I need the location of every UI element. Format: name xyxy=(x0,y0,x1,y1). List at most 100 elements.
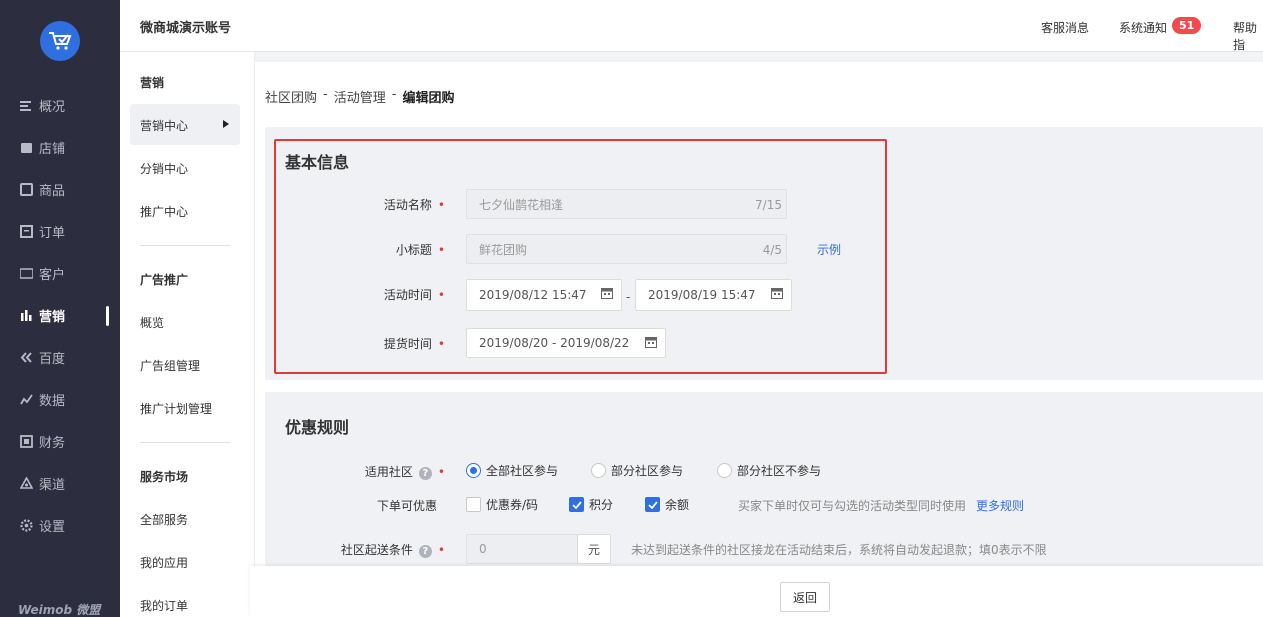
channel-icon xyxy=(19,475,34,490)
checkbox-label: 积分 xyxy=(589,498,614,512)
checkbox-coupon[interactable]: 优惠券/码 xyxy=(466,496,538,513)
cart-logo-icon[interactable] xyxy=(40,21,80,61)
checkmark-icon xyxy=(569,497,584,512)
radio-circle-selected xyxy=(466,463,481,478)
notice-count-badge: 51 xyxy=(1172,17,1202,34)
checkbox-points[interactable]: 积分 xyxy=(569,496,613,513)
checkbox-label: 余额 xyxy=(665,498,690,512)
finance-icon xyxy=(20,434,33,448)
radio-label: 全部社区参与 xyxy=(486,464,559,478)
nav-label: 店铺 xyxy=(39,141,66,157)
radio-exclude-communities[interactable]: 部分社区不参与 xyxy=(717,462,821,479)
vip-card-icon xyxy=(19,267,34,280)
question-icon[interactable]: ? xyxy=(418,545,432,558)
radio-circle xyxy=(717,463,732,478)
subnav-group-services: 服务市场 xyxy=(140,470,189,484)
bar-chart-icon xyxy=(20,309,33,322)
subnav-item-my-apps[interactable]: 我的应用 xyxy=(140,554,188,571)
subnav-item-ads-overview[interactable]: 概览 xyxy=(140,314,164,331)
subnav-item-ad-groups[interactable]: 广告组管理 xyxy=(140,357,200,374)
nav-item-store[interactable]: 店铺 xyxy=(20,137,65,157)
checkbox-label: 优惠券/码 xyxy=(486,498,539,512)
subnav-item-ad-plans[interactable]: 推广计划管理 xyxy=(140,400,212,417)
main-nav: 概况 店铺 商品 订单 客户 营销 百度 数据 财务 渠道 设置 Weimob … xyxy=(0,0,120,617)
subnav-item-all-services[interactable]: 全部服务 xyxy=(140,511,188,528)
system-notice-link[interactable]: 系统通知 xyxy=(1119,19,1167,36)
currency-unit: 元 xyxy=(577,534,611,564)
menu-lines-icon xyxy=(20,99,33,112)
baidu-icon xyxy=(20,351,33,364)
min-order-note: 未达到起送条件的社区接龙在活动结束后，系统将自动发起退款；填0表示不限 xyxy=(631,543,1047,557)
help-link[interactable]: 帮助指 xyxy=(1233,19,1263,53)
breadcrumb-current: 编辑团购 xyxy=(402,91,455,106)
min-order-label: 社区起送条件? • xyxy=(305,541,445,558)
caret-right-icon xyxy=(223,120,229,128)
discount-rules-title: 优惠规则 xyxy=(285,418,350,437)
subnav-group-marketing: 营销 xyxy=(140,76,165,90)
line-chart-icon xyxy=(20,393,33,406)
store-icon xyxy=(20,141,33,154)
nav-label: 商品 xyxy=(39,183,66,199)
checkbox-box xyxy=(466,497,481,512)
nav-item-marketing[interactable]: 营销 xyxy=(20,305,65,325)
radio-label: 部分社区参与 xyxy=(611,464,684,478)
top-header: 微商城演示账号 客服消息 系统通知 51 帮助指 xyxy=(120,0,1263,52)
community-label: 适用社区? • xyxy=(325,463,445,480)
subnav-item-promotion[interactable]: 推广中心 xyxy=(140,203,188,220)
main-content: 社区团购 - 活动管理 - 编辑团购 基本信息 活动名称 • 七夕仙鹊花相逢 7/… xyxy=(255,62,1263,617)
label-text: 适用社区 xyxy=(364,465,413,479)
account-name: 微商城演示账号 xyxy=(140,21,232,36)
nav-item-customer[interactable]: 客户 xyxy=(19,263,66,283)
nav-label: 财务 xyxy=(39,435,66,451)
radio-label: 部分社区不参与 xyxy=(737,464,822,478)
radio-some-communities[interactable]: 部分社区参与 xyxy=(591,462,683,479)
order-icon xyxy=(20,224,33,238)
checkbox-balance[interactable]: 余额 xyxy=(645,496,689,513)
nav-item-overview[interactable]: 概况 xyxy=(20,95,65,115)
gear-icon xyxy=(20,518,33,532)
breadcrumb-community-buy[interactable]: 社区团购 xyxy=(265,87,317,106)
nav-item-channel[interactable]: 渠道 xyxy=(19,473,66,493)
goods-icon xyxy=(20,182,33,196)
nav-item-settings[interactable]: 设置 xyxy=(20,515,65,535)
subnav-item-my-orders[interactable]: 我的订单 xyxy=(140,597,188,614)
discount-note: 买家下单时仅可与勾选的活动类型同时使用 xyxy=(738,499,967,513)
nav-label: 数据 xyxy=(39,393,66,409)
question-icon[interactable]: ? xyxy=(418,467,432,480)
radio-circle xyxy=(591,463,606,478)
min-order-value: 0 xyxy=(479,542,487,556)
marketing-subnav: 营销 营销中心 分销中心 推广中心 广告推广 概览 广告组管理 推广计划管理 服… xyxy=(120,52,255,617)
subnav-divider xyxy=(140,245,230,246)
action-footer: 返回 xyxy=(250,566,1263,617)
nav-item-data[interactable]: 数据 xyxy=(20,389,65,409)
nav-label: 概况 xyxy=(39,99,66,115)
nav-label: 客户 xyxy=(39,267,66,283)
nav-item-goods[interactable]: 商品 xyxy=(20,179,65,199)
breadcrumb-separator: - xyxy=(323,87,328,102)
nav-label: 设置 xyxy=(39,519,66,535)
discount-label: 下单可优惠 xyxy=(376,499,437,513)
checkmark-icon xyxy=(645,497,660,512)
back-button[interactable]: 返回 xyxy=(780,582,830,612)
required-mark: • xyxy=(437,543,445,557)
service-messages-link[interactable]: 客服消息 xyxy=(1041,19,1089,36)
nav-active-indicator xyxy=(106,306,109,326)
nav-item-finance[interactable]: 财务 xyxy=(20,431,65,451)
subnav-item-marketing-center[interactable]: 营销中心 xyxy=(140,117,188,134)
brand-wordmark: Weimob 微盟 xyxy=(18,603,101,617)
nav-item-baidu[interactable]: 百度 xyxy=(20,347,65,367)
nav-label: 订单 xyxy=(39,225,66,241)
nav-label: 渠道 xyxy=(39,477,66,493)
breadcrumb-activity-manage[interactable]: 活动管理 xyxy=(334,87,386,106)
subnav-item-distribution[interactable]: 分销中心 xyxy=(140,160,188,177)
breadcrumb-separator: - xyxy=(391,87,397,102)
nav-label: 营销 xyxy=(39,309,66,325)
label-text: 社区起送条件 xyxy=(340,543,413,557)
subnav-group-ads: 广告推广 xyxy=(140,273,189,287)
subnav-divider xyxy=(140,442,230,443)
min-order-input[interactable]: 0 xyxy=(466,534,578,564)
more-rules-link[interactable]: 更多规则 xyxy=(976,497,1024,514)
radio-all-communities[interactable]: 全部社区参与 xyxy=(466,462,558,479)
nav-item-order[interactable]: 订单 xyxy=(20,221,65,241)
highlight-box xyxy=(274,139,887,374)
